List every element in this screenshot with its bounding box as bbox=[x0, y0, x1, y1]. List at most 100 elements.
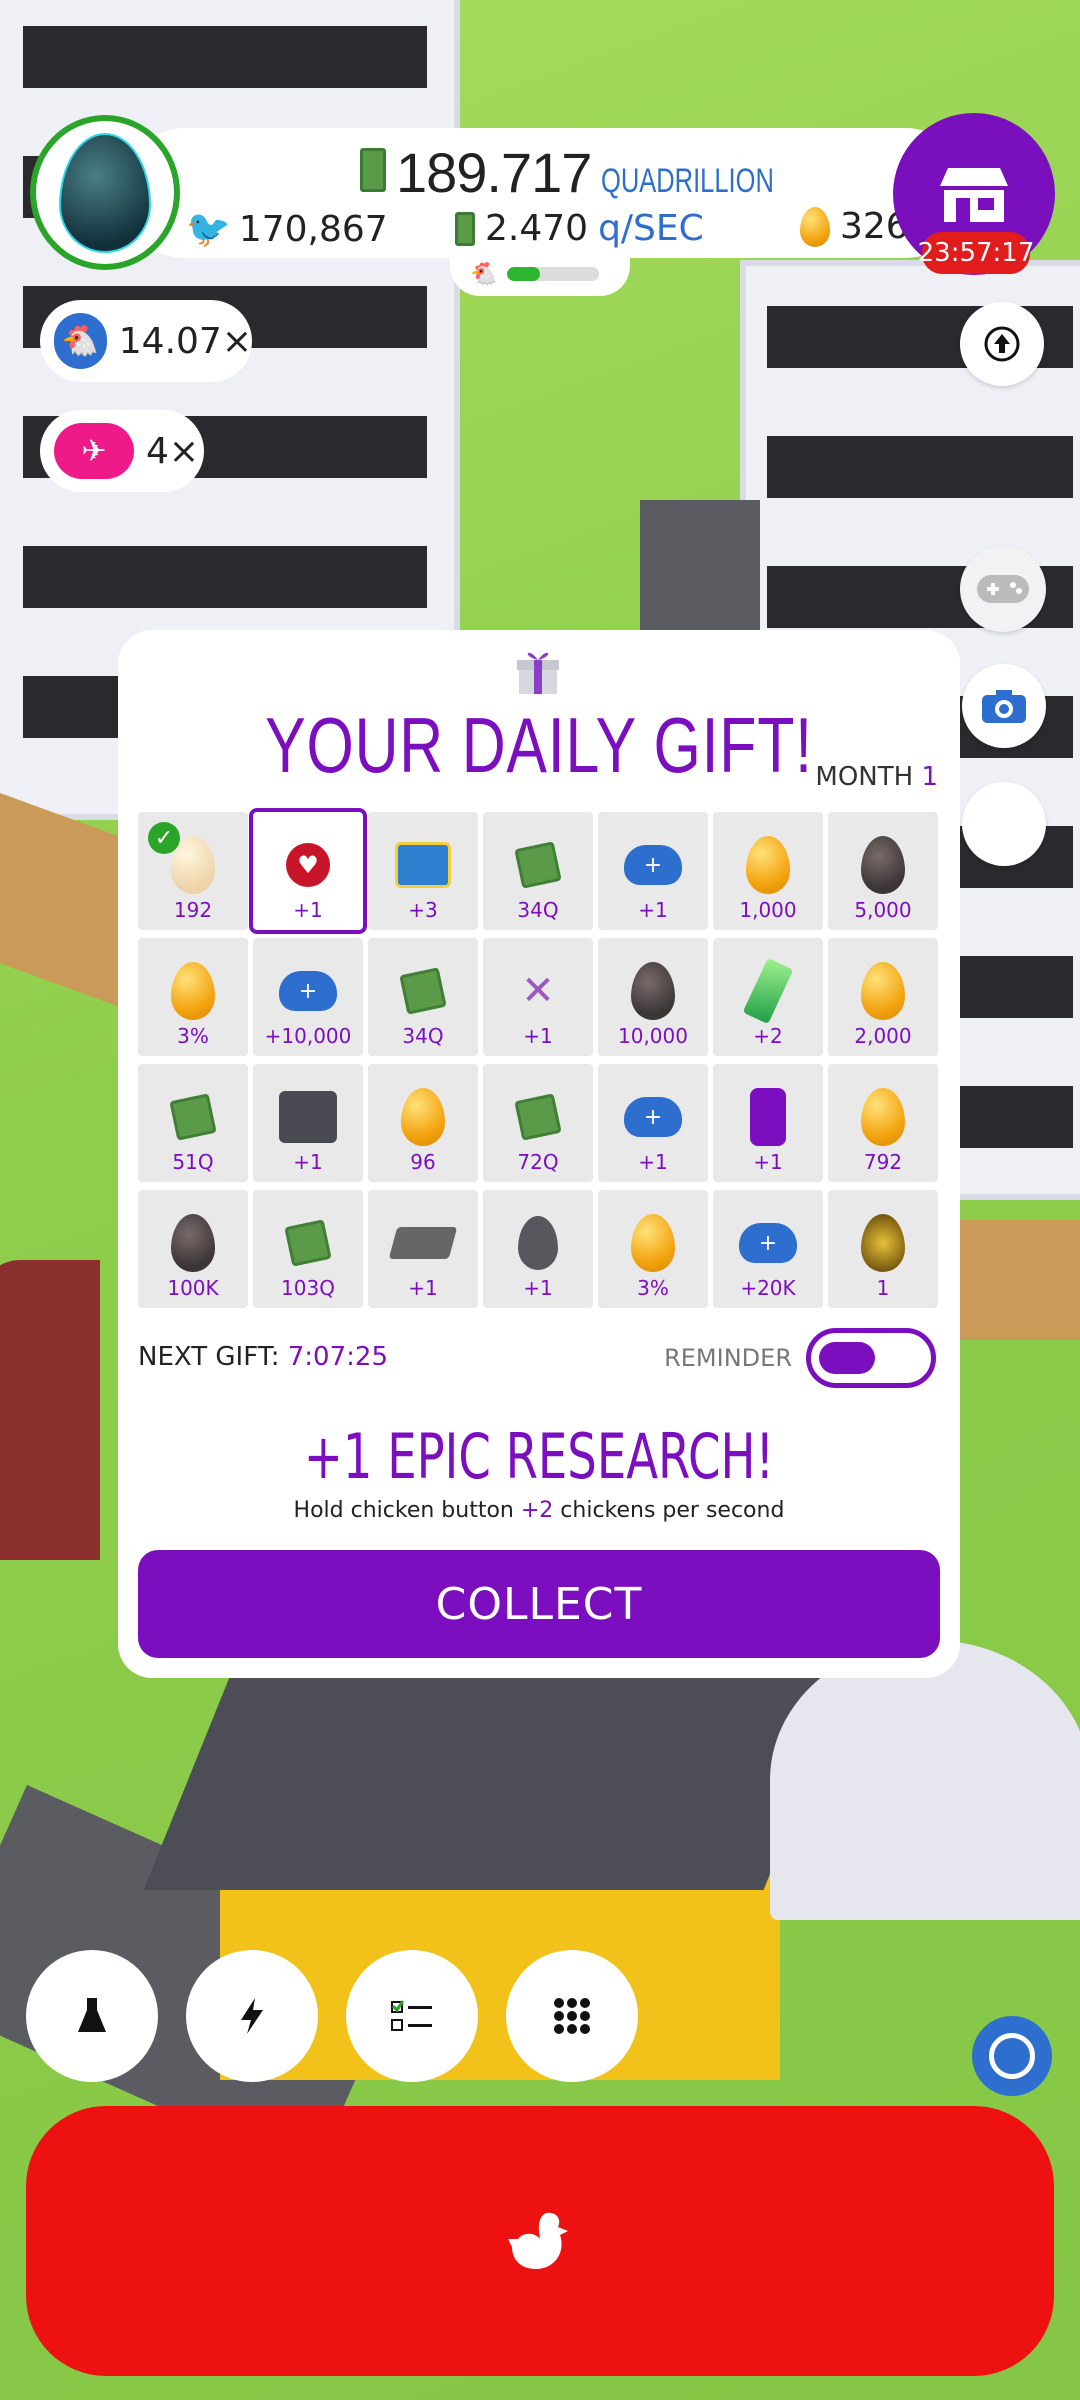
gift-amount: 1,000 bbox=[739, 898, 797, 922]
reminder-label: REMINDER bbox=[664, 1344, 792, 1372]
drone-icon bbox=[278, 1086, 338, 1148]
reward-description: Hold chicken button +2 chickens per seco… bbox=[118, 1498, 960, 1523]
gift-amount: +1 bbox=[638, 1150, 668, 1174]
population-display: 🐦 170,867 bbox=[186, 208, 388, 251]
earning-rate: 2.470 q/SEC bbox=[455, 208, 704, 249]
chicken-boost-button[interactable]: 🐔 14.07× bbox=[40, 300, 252, 382]
gift-day-cell: 792 bbox=[828, 1064, 938, 1182]
golden-egg-icon bbox=[853, 1086, 913, 1148]
current-egg-button[interactable] bbox=[30, 115, 180, 270]
research-button[interactable] bbox=[26, 1950, 158, 2082]
reward-desc-text: Hold chicken button bbox=[293, 1498, 521, 1523]
money-amount: 189.717 bbox=[396, 141, 592, 204]
gift-amount: 103Q bbox=[281, 1276, 335, 1300]
gift-amount: 34Q bbox=[517, 898, 559, 922]
gift-day-cell: 2,000 bbox=[828, 938, 938, 1056]
drone-icon: ✈ bbox=[54, 423, 134, 479]
reminder-toggle[interactable] bbox=[806, 1328, 936, 1388]
gift-day-cell: +1 bbox=[368, 1190, 478, 1308]
cash-icon bbox=[393, 960, 453, 1022]
gift-day-cell: + +10,000 bbox=[253, 938, 363, 1056]
dark-egg-icon bbox=[163, 1212, 223, 1274]
gift-day-cell: 5,000 bbox=[828, 812, 938, 930]
golden-egg-icon bbox=[163, 960, 223, 1022]
gift-day-cell: 10,000 bbox=[598, 938, 708, 1056]
drone-boost-button[interactable]: ✈ 4× bbox=[40, 410, 204, 492]
gift-day-cell: ✓ 192 bbox=[138, 812, 248, 930]
gift-day-cell: +3 bbox=[368, 812, 478, 930]
gift-amount: 192 bbox=[173, 898, 213, 922]
extra-side-button[interactable] bbox=[962, 782, 1046, 866]
gift-calendar-grid: ✓ 192 ♥ +1 +3 34Q + +1 1,000 5,000 3% + +10,000 34Q ✕ +… bbox=[138, 808, 940, 1308]
gift-day-cell: + +20K bbox=[713, 1190, 823, 1308]
gift-day-cell[interactable]: ♥ +1 bbox=[249, 808, 367, 934]
chicken-icon: 🐔 bbox=[54, 313, 107, 369]
gift-amount: 3% bbox=[637, 1276, 669, 1300]
gift-day-cell: +1 bbox=[713, 1064, 823, 1182]
gift-amount: 1 bbox=[876, 1276, 890, 1300]
gift-icon bbox=[517, 652, 559, 694]
boosts-button[interactable] bbox=[186, 1950, 318, 2082]
upload-icon bbox=[984, 326, 1020, 362]
gift-day-cell: ✕ +1 bbox=[483, 938, 593, 1056]
progress-bar bbox=[507, 267, 600, 281]
modal-title: YOUR DAILY GIFT! bbox=[265, 701, 813, 789]
assistant-button[interactable] bbox=[972, 2016, 1052, 2096]
gift-amount: +1 bbox=[408, 1276, 438, 1300]
gift-day-cell: 1,000 bbox=[713, 812, 823, 930]
gift-amount: 100K bbox=[167, 1276, 219, 1300]
month-indicator: MONTH 1 bbox=[815, 762, 938, 792]
cash-tray-icon bbox=[388, 1212, 458, 1274]
population-count: 170,867 bbox=[238, 208, 388, 250]
upload-button[interactable] bbox=[960, 302, 1044, 386]
gift-day-cell: 34Q bbox=[483, 812, 593, 930]
camera-button[interactable] bbox=[962, 664, 1046, 748]
money-unit: QUADRILLION bbox=[601, 162, 775, 200]
gift-amount: +1 bbox=[293, 898, 323, 922]
golden-egg-icon bbox=[623, 1212, 683, 1274]
shop-icon bbox=[940, 168, 1008, 222]
gamepad-button[interactable] bbox=[960, 546, 1046, 632]
gift-day-cell: 103Q bbox=[253, 1190, 363, 1308]
rate-value: 2.470 bbox=[485, 208, 589, 249]
missions-button[interactable] bbox=[346, 1950, 478, 2082]
cash-icon bbox=[360, 148, 386, 192]
gift-amount: +2 bbox=[753, 1024, 783, 1048]
menu-button[interactable] bbox=[506, 1950, 638, 2082]
gift-day-cell: 3% bbox=[598, 1190, 708, 1308]
money-display: 189.717 QUADRILLION bbox=[360, 140, 832, 205]
hen-icon: 🐔 bbox=[470, 261, 498, 287]
flask-icon bbox=[78, 1998, 106, 2032]
gift-amount: +1 bbox=[523, 1276, 553, 1300]
cash-icon bbox=[163, 1086, 223, 1148]
gift-day-cell: +1 bbox=[483, 1190, 593, 1308]
hatch-chicken-button[interactable] bbox=[26, 2106, 1054, 2376]
gold-artifact-egg-icon bbox=[853, 1212, 913, 1274]
cash-icon bbox=[455, 211, 475, 246]
reward-desc-amount: +2 bbox=[520, 1498, 554, 1523]
click-icon: ♥ bbox=[278, 834, 338, 896]
gift-day-cell: 1 bbox=[828, 1190, 938, 1308]
gift-day-cell: +1 bbox=[253, 1064, 363, 1182]
gift-day-cell: 3% bbox=[138, 938, 248, 1056]
gamepad-icon bbox=[977, 575, 1029, 603]
month-label: MONTH bbox=[815, 762, 914, 792]
gift-amount: +20K bbox=[740, 1276, 796, 1300]
gift-day-cell: +2 bbox=[713, 938, 823, 1056]
hab-progress: 🐔 bbox=[450, 252, 630, 296]
gift-amount: 5,000 bbox=[854, 898, 912, 922]
box-icon bbox=[393, 834, 453, 896]
reminder-control: REMINDER bbox=[664, 1328, 936, 1388]
golden-egg-icon bbox=[738, 834, 798, 896]
collect-button[interactable]: COLLECT bbox=[138, 1550, 940, 1658]
grid-menu-icon bbox=[554, 1998, 590, 2034]
gem-icon bbox=[738, 957, 798, 1025]
gift-amount: 72Q bbox=[517, 1150, 559, 1174]
gift-amount: +10,000 bbox=[264, 1024, 352, 1048]
checkmark-icon: ✓ bbox=[148, 822, 180, 854]
golden-egg-icon bbox=[853, 960, 913, 1022]
cash-icon bbox=[508, 834, 568, 896]
next-gift-label: NEXT GIFT: bbox=[138, 1342, 280, 1372]
gift-amount: +3 bbox=[408, 898, 438, 922]
gift-amount: +1 bbox=[753, 1150, 783, 1174]
